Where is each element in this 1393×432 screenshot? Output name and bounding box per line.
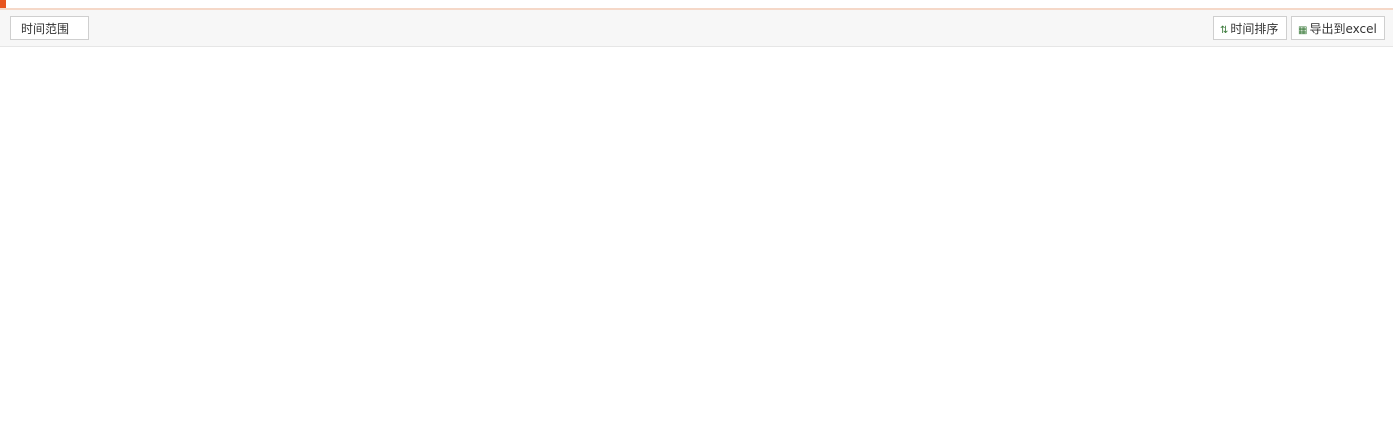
- accent-mark: [0, 0, 6, 8]
- export-excel-label: 导出到excel: [1309, 22, 1377, 36]
- time-sort-button[interactable]: ⇅ 时间排序: [1213, 16, 1287, 40]
- excel-icon: ▦: [1298, 25, 1308, 36]
- export-excel-button[interactable]: ▦ 导出到excel: [1291, 16, 1385, 40]
- top-accent-bar: [0, 0, 1393, 10]
- sort-icon: ⇅: [1220, 25, 1229, 36]
- chart-toolbar: 时间范围 ⇅ 时间排序 ▦ 导出到excel: [0, 10, 1393, 47]
- time-sort-label: 时间排序: [1230, 22, 1279, 36]
- time-range-button[interactable]: 时间范围: [10, 16, 89, 40]
- dual-axis-line-chart: [0, 46, 1393, 378]
